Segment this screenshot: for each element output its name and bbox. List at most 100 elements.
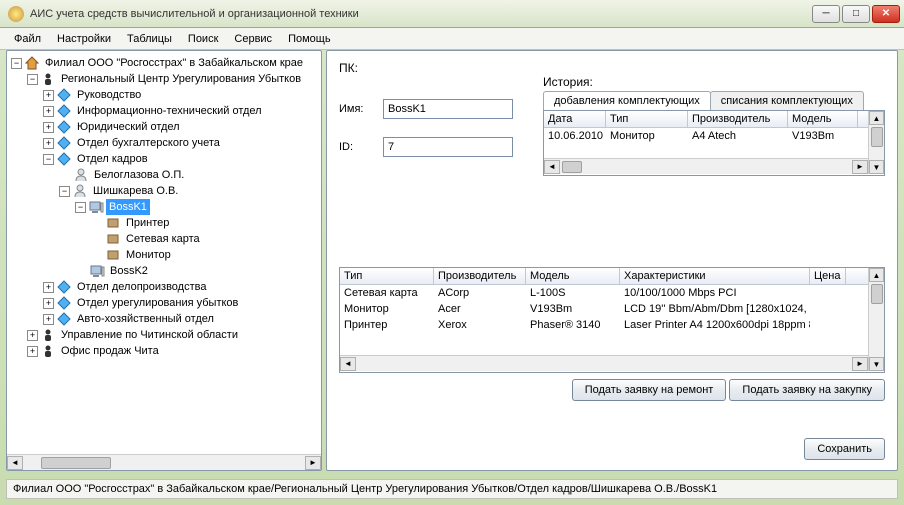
tree-item[interactable]: − Региональный Центр Урегулирования Убытк… bbox=[9, 71, 319, 87]
components-hscroll[interactable]: ◄ ► bbox=[340, 355, 868, 371]
column-header[interactable]: Тип bbox=[340, 268, 434, 284]
scroll-left-icon[interactable]: ◄ bbox=[544, 160, 560, 174]
tree-item[interactable]: + Отдел урегулирования убытков bbox=[9, 295, 319, 311]
scroll-right-icon[interactable]: ► bbox=[305, 456, 321, 470]
tree-item[interactable]: Сетевая карта bbox=[9, 231, 319, 247]
tree-item[interactable]: + Отдел делопроизводства bbox=[9, 279, 319, 295]
tree-item[interactable]: + Управление по Читинской области bbox=[9, 327, 319, 343]
purchase-request-button[interactable]: Подать заявку на закупку bbox=[729, 379, 885, 401]
collapse-icon[interactable]: − bbox=[27, 74, 38, 85]
column-header[interactable]: Характеристики bbox=[620, 268, 810, 284]
menu-файл[interactable]: Файл bbox=[6, 30, 49, 48]
expand-icon[interactable]: + bbox=[43, 314, 54, 325]
tab-history-0[interactable]: добавления комплектующих bbox=[543, 91, 711, 110]
column-header[interactable]: Дата bbox=[544, 111, 606, 127]
tree-hscroll[interactable]: ◄ ► bbox=[7, 454, 321, 470]
scroll-down-icon[interactable]: ▼ bbox=[869, 160, 884, 174]
menu-помощь[interactable]: Помощь bbox=[280, 30, 339, 48]
components-vscroll[interactable]: ▲ ▼ bbox=[868, 268, 884, 371]
expand-icon[interactable]: + bbox=[43, 122, 54, 133]
menu-настройки[interactable]: Настройки bbox=[49, 30, 119, 48]
tree-item[interactable]: Белоглазова О.П. bbox=[9, 167, 319, 183]
scroll-up-icon[interactable]: ▲ bbox=[869, 268, 884, 282]
history-vscroll[interactable]: ▲ ▼ bbox=[868, 111, 884, 174]
expand-icon[interactable]: + bbox=[27, 346, 38, 357]
expand-icon[interactable]: + bbox=[43, 90, 54, 101]
tree-item[interactable]: + Информационно-технический отдел bbox=[9, 103, 319, 119]
tree-label[interactable]: Шишкарева О.В. bbox=[90, 183, 181, 199]
scroll-right-icon[interactable]: ► bbox=[852, 357, 868, 371]
column-header[interactable]: Модель bbox=[788, 111, 858, 127]
components-vscroll-thumb[interactable] bbox=[871, 284, 883, 304]
expand-icon[interactable]: + bbox=[27, 330, 38, 341]
table-row[interactable]: ПринтерXeroxPhaser® 3140 Laser Printer A… bbox=[340, 317, 868, 333]
column-header[interactable]: Модель bbox=[526, 268, 620, 284]
tree-item[interactable]: − BossK1 bbox=[9, 199, 319, 215]
tree-label[interactable]: Офис продаж Чита bbox=[58, 343, 162, 359]
expand-icon[interactable]: + bbox=[43, 106, 54, 117]
scroll-right-icon[interactable]: ► bbox=[852, 160, 868, 174]
collapse-icon[interactable]: − bbox=[11, 58, 22, 69]
repair-request-button[interactable]: Подать заявку на ремонт bbox=[572, 379, 727, 401]
scroll-left-icon[interactable]: ◄ bbox=[340, 357, 356, 371]
scroll-down-icon[interactable]: ▼ bbox=[869, 357, 884, 371]
tree-item[interactable]: Принтер bbox=[9, 215, 319, 231]
tree-item[interactable]: − Шишкарева О.В. bbox=[9, 183, 319, 199]
tree-hscroll-thumb[interactable] bbox=[41, 457, 111, 469]
scroll-left-icon[interactable]: ◄ bbox=[7, 456, 23, 470]
collapse-icon[interactable]: − bbox=[75, 202, 86, 213]
column-header[interactable]: Производитель bbox=[434, 268, 526, 284]
tree-item[interactable]: + Юридический отдел bbox=[9, 119, 319, 135]
close-button[interactable]: ✕ bbox=[872, 5, 900, 23]
menu-сервис[interactable]: Сервис bbox=[226, 30, 280, 48]
collapse-icon[interactable]: − bbox=[59, 186, 70, 197]
history-hscroll-thumb[interactable] bbox=[562, 161, 582, 173]
scroll-up-icon[interactable]: ▲ bbox=[869, 111, 884, 125]
tree-item[interactable]: + Отдел бухгалтерского учета bbox=[9, 135, 319, 151]
tree-label[interactable]: Филиал ООО "Росгосстрах" в Забайкальском… bbox=[42, 55, 306, 71]
tab-history-1[interactable]: списания комплектующих bbox=[710, 91, 864, 110]
tree-label[interactable]: Юридический отдел bbox=[74, 119, 183, 135]
column-header[interactable]: Цена bbox=[810, 268, 846, 284]
tree-item[interactable]: Монитор bbox=[9, 247, 319, 263]
expand-icon[interactable]: + bbox=[43, 298, 54, 309]
history-vscroll-thumb[interactable] bbox=[871, 127, 883, 147]
tree-label[interactable]: BossK1 bbox=[106, 199, 150, 215]
tree-label[interactable]: Региональный Центр Урегулирования Убытко… bbox=[58, 71, 304, 87]
table-row[interactable]: Сетевая картаACorpL-100S10/100/1000 Mbps… bbox=[340, 285, 868, 301]
tree-label[interactable]: Отдел бухгалтерского учета bbox=[74, 135, 223, 151]
table-row[interactable]: 10.06.2010МониторA4 AtechV193Bm bbox=[544, 128, 868, 144]
tree-label[interactable]: Принтер bbox=[123, 215, 172, 231]
save-button[interactable]: Сохранить bbox=[804, 438, 885, 460]
maximize-button[interactable]: □ bbox=[842, 5, 870, 23]
tree-label[interactable]: BossK2 bbox=[107, 263, 151, 279]
tree-item[interactable]: − Отдел кадров bbox=[9, 151, 319, 167]
tree-label[interactable]: Управление по Читинской области bbox=[58, 327, 241, 343]
tree-item[interactable]: − Филиал ООО "Росгосстрах" в Забайкальско… bbox=[9, 55, 319, 71]
minimize-button[interactable]: ─ bbox=[812, 5, 840, 23]
tree-item[interactable]: + Авто-хозяйственный отдел bbox=[9, 311, 319, 327]
menu-поиск[interactable]: Поиск bbox=[180, 30, 226, 48]
tree-label[interactable]: Авто-хозяйственный отдел bbox=[74, 311, 217, 327]
tree-label[interactable]: Руководство bbox=[74, 87, 144, 103]
tree-label[interactable]: Отдел урегулирования убытков bbox=[74, 295, 241, 311]
expand-icon[interactable]: + bbox=[43, 282, 54, 293]
column-header[interactable]: Производитель bbox=[688, 111, 788, 127]
tree-item[interactable]: + Офис продаж Чита bbox=[9, 343, 319, 359]
tree-label[interactable]: Сетевая карта bbox=[123, 231, 203, 247]
collapse-icon[interactable]: − bbox=[43, 154, 54, 165]
id-input[interactable] bbox=[383, 137, 513, 157]
tree-label[interactable]: Отдел кадров bbox=[74, 151, 151, 167]
table-row[interactable]: МониторAcerV193Bm LCD 19'' Bbm/Abm/Dbm [… bbox=[340, 301, 868, 317]
tree-item[interactable]: + Руководство bbox=[9, 87, 319, 103]
history-hscroll[interactable]: ◄ ► bbox=[544, 158, 868, 174]
menu-таблицы[interactable]: Таблицы bbox=[119, 30, 180, 48]
expand-icon[interactable]: + bbox=[43, 138, 54, 149]
tree-body[interactable]: −Филиал ООО "Росгосстрах" в Забайкальско… bbox=[7, 51, 321, 454]
tree-label[interactable]: Информационно-технический отдел bbox=[74, 103, 265, 119]
tree-label[interactable]: Монитор bbox=[123, 247, 174, 263]
name-input[interactable] bbox=[383, 99, 513, 119]
tree-label[interactable]: Отдел делопроизводства bbox=[74, 279, 209, 295]
tree-label[interactable]: Белоглазова О.П. bbox=[91, 167, 187, 183]
column-header[interactable]: Тип bbox=[606, 111, 688, 127]
